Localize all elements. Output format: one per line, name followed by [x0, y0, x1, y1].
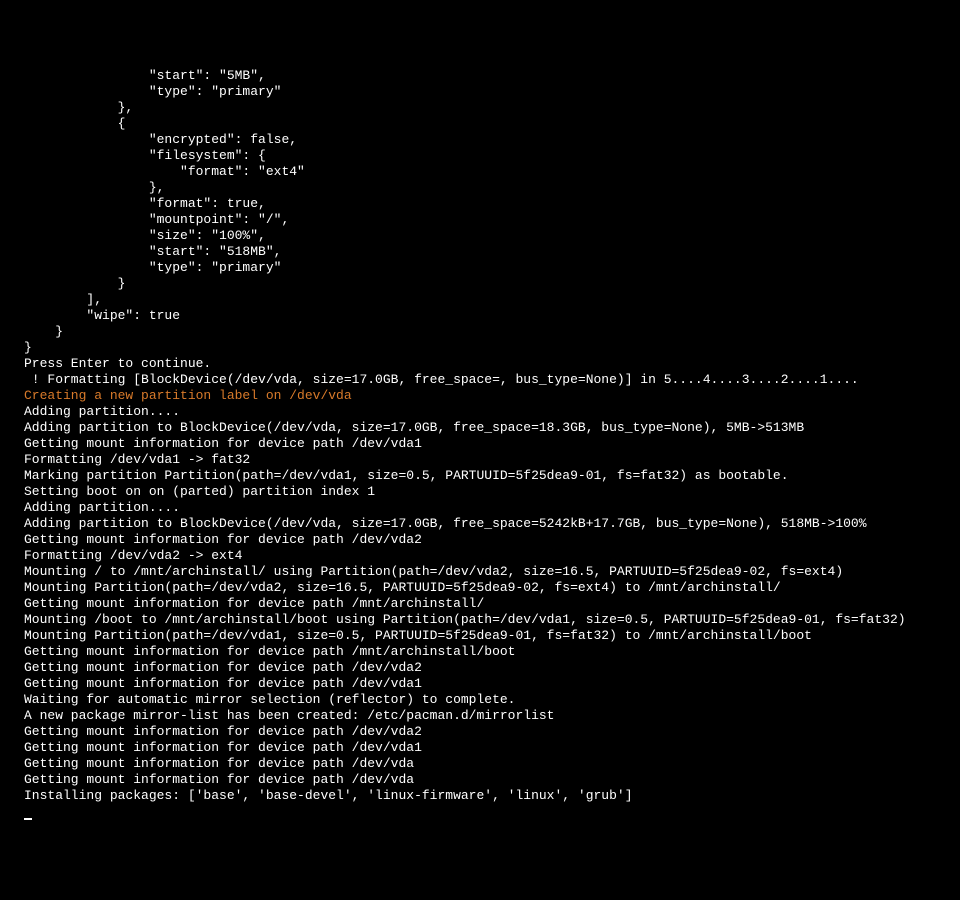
terminal-line: "size": "100%", [24, 228, 960, 244]
terminal-line: Waiting for automatic mirror selection (… [24, 692, 960, 708]
terminal-line: Press Enter to continue. [24, 356, 960, 372]
terminal-line: } [24, 340, 960, 356]
terminal-line: Getting mount information for device pat… [24, 436, 960, 452]
terminal-line: Marking partition Partition(path=/dev/vd… [24, 468, 960, 484]
terminal-line: Getting mount information for device pat… [24, 676, 960, 692]
terminal-line: A new package mirror-list has been creat… [24, 708, 960, 724]
cursor-line [24, 804, 960, 820]
terminal-line: Adding partition.... [24, 500, 960, 516]
terminal-line: Getting mount information for device pat… [24, 724, 960, 740]
terminal-output[interactable]: "start": "5MB", "type": "primary" }, { "… [24, 68, 960, 820]
terminal-line: "wipe": true [24, 308, 960, 324]
terminal-line: Adding partition to BlockDevice(/dev/vda… [24, 516, 960, 532]
terminal-line: } [24, 276, 960, 292]
terminal-line: Getting mount information for device pat… [24, 596, 960, 612]
terminal-line: "format": true, [24, 196, 960, 212]
terminal-line: "start": "5MB", [24, 68, 960, 84]
terminal-line: "filesystem": { [24, 148, 960, 164]
terminal-line: Mounting Partition(path=/dev/vda1, size=… [24, 628, 960, 644]
terminal-line: ! Formatting [BlockDevice(/dev/vda, size… [24, 372, 960, 388]
terminal-line: "start": "518MB", [24, 244, 960, 260]
terminal-line: Mounting Partition(path=/dev/vda2, size=… [24, 580, 960, 596]
terminal-line: "type": "primary" [24, 260, 960, 276]
terminal-line: Getting mount information for device pat… [24, 644, 960, 660]
terminal-line: Installing packages: ['base', 'base-deve… [24, 788, 960, 804]
terminal-line: Creating a new partition label on /dev/v… [24, 388, 960, 404]
terminal-line: "format": "ext4" [24, 164, 960, 180]
terminal-line: "type": "primary" [24, 84, 960, 100]
cursor-icon [24, 818, 32, 820]
terminal-line: Adding partition.... [24, 404, 960, 420]
terminal-line: Getting mount information for device pat… [24, 532, 960, 548]
terminal-line: Formatting /dev/vda2 -> ext4 [24, 548, 960, 564]
terminal-line: Mounting / to /mnt/archinstall/ using Pa… [24, 564, 960, 580]
terminal-line: Setting boot on on (parted) partition in… [24, 484, 960, 500]
terminal-line: "encrypted": false, [24, 132, 960, 148]
terminal-line: ], [24, 292, 960, 308]
terminal-line: Formatting /dev/vda1 -> fat32 [24, 452, 960, 468]
terminal-line: Mounting /boot to /mnt/archinstall/boot … [24, 612, 960, 628]
terminal-line: "mountpoint": "/", [24, 212, 960, 228]
terminal-line: }, [24, 100, 960, 116]
terminal-line: } [24, 324, 960, 340]
terminal-line: Getting mount information for device pat… [24, 660, 960, 676]
terminal-line: Getting mount information for device pat… [24, 740, 960, 756]
terminal-line: Getting mount information for device pat… [24, 756, 960, 772]
terminal-line: Adding partition to BlockDevice(/dev/vda… [24, 420, 960, 436]
terminal-line: }, [24, 180, 960, 196]
terminal-line: { [24, 116, 960, 132]
terminal-line: Getting mount information for device pat… [24, 772, 960, 788]
